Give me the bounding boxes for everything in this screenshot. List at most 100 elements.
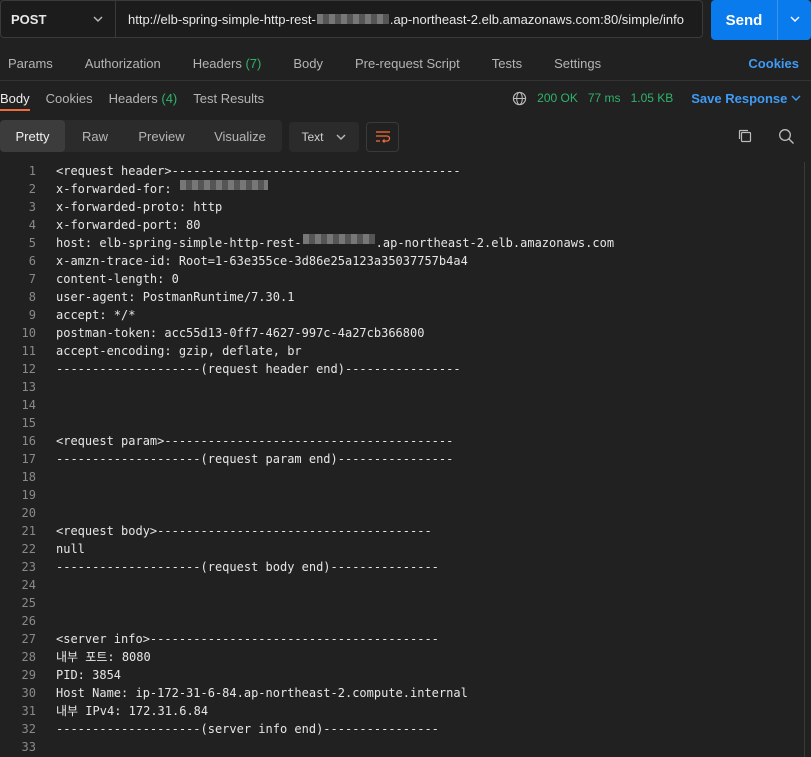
- chevron-down-icon: [336, 134, 346, 140]
- code-line: 33: [0, 738, 798, 756]
- copy-icon[interactable]: [737, 128, 753, 144]
- scrollbar[interactable]: [801, 162, 811, 757]
- tab-headers-label: Headers: [192, 55, 242, 71]
- url-input[interactable]: http://elb-spring-simple-http-rest- .ap-n…: [115, 0, 703, 38]
- code-text: host: elb-spring-simple-http-rest-: [56, 236, 302, 250]
- scrollbar-track[interactable]: [804, 162, 805, 757]
- code-text: content-length: 0: [56, 272, 179, 286]
- line-number: 31: [21, 704, 36, 718]
- tab-params[interactable]: Params: [8, 56, 53, 71]
- code-text: PID: 3854: [56, 668, 122, 682]
- line-number: 11: [21, 344, 36, 358]
- globe-icon[interactable]: [512, 91, 527, 106]
- code-line: 30 Host Name: ip-172-31-6-84.ap-northeast…: [0, 684, 798, 702]
- code-text: <server info>---------------------------…: [56, 632, 439, 646]
- response-tab-body[interactable]: Body: [0, 91, 30, 106]
- code-line: 24: [0, 576, 798, 594]
- cookies-link[interactable]: Cookies: [748, 56, 799, 71]
- code-line: 18: [0, 468, 798, 486]
- method-label: POST: [11, 11, 47, 27]
- line-number: 13: [21, 380, 36, 394]
- line-number: 18: [21, 470, 36, 484]
- line-number: 33: [21, 740, 36, 754]
- code-line: 3 x-forwarded-proto: http: [0, 198, 798, 216]
- code-line: 4 x-forwarded-port: 80: [0, 216, 798, 234]
- code-text: x-forwarded-port: 80: [56, 218, 201, 232]
- search-icon[interactable]: [778, 128, 795, 145]
- code-text: postman-token: acc55d13-0ff7-4627-997c-4…: [56, 326, 425, 340]
- line-number: 1: [28, 164, 36, 178]
- format-visualize[interactable]: Visualize: [198, 120, 282, 152]
- tab-headers[interactable]: Headers (7): [193, 56, 262, 71]
- line-number: 10: [21, 326, 36, 340]
- code-text: .ap-northeast-2.elb.amazonaws.com: [375, 236, 615, 250]
- response-size[interactable]: 1.05 KB: [631, 91, 674, 105]
- wrap-lines-icon: [375, 131, 390, 143]
- response-status: 200 OK 77 ms 1.05 KB Save Response: [512, 84, 801, 112]
- line-number: 20: [21, 506, 36, 520]
- active-tab-underline: [0, 109, 30, 111]
- code-line: 21 <request body>------------------------…: [0, 522, 798, 540]
- code-line: 27 <server info>-------------------------…: [0, 630, 798, 648]
- format-tabs: Pretty Raw Preview Visualize: [0, 120, 282, 152]
- send-button[interactable]: Send: [711, 0, 811, 40]
- status-code[interactable]: 200 OK: [537, 91, 578, 105]
- line-number: 14: [21, 398, 36, 412]
- code-line: 13: [0, 378, 798, 396]
- wrap-lines-button[interactable]: [366, 122, 399, 152]
- format-pretty[interactable]: Pretty: [0, 120, 65, 152]
- code-line: 20: [0, 504, 798, 522]
- format-raw[interactable]: Raw: [65, 120, 125, 152]
- line-number: 2: [28, 182, 36, 196]
- method-select[interactable]: POST: [0, 0, 116, 38]
- format-preview[interactable]: Preview: [125, 120, 198, 152]
- send-options-chevron-down-icon[interactable]: [778, 14, 811, 27]
- line-number: 27: [21, 632, 36, 646]
- response-body-viewer[interactable]: 1 <request header>-----------------------…: [0, 162, 798, 756]
- chevron-down-icon: [791, 95, 801, 101]
- code-text: --------------------(request body end)--…: [56, 560, 439, 574]
- response-time[interactable]: 77 ms: [588, 91, 621, 105]
- content-type-select[interactable]: Text: [289, 122, 359, 152]
- line-number: 32: [21, 722, 36, 736]
- code-line: 17 --------------------(request param end…: [0, 450, 798, 468]
- code-line: 22 null: [0, 540, 798, 558]
- line-number: 5: [28, 236, 36, 250]
- code-text: 내부 포트: 8080: [56, 650, 151, 664]
- code-line: 19: [0, 486, 798, 504]
- tab-tests[interactable]: Tests: [492, 56, 522, 71]
- response-tab-headers[interactable]: Headers (4): [109, 91, 178, 106]
- response-tab-test-results[interactable]: Test Results: [193, 91, 264, 106]
- tab-settings[interactable]: Settings: [554, 56, 601, 71]
- response-tab-cookies[interactable]: Cookies: [46, 91, 93, 106]
- code-text: --------------------(request header end)…: [56, 362, 461, 376]
- line-number: 15: [21, 416, 36, 430]
- line-number: 28: [21, 650, 36, 664]
- line-number: 3: [28, 200, 36, 214]
- code-line: 12 --------------------(request header en…: [0, 360, 798, 378]
- content-type-label: Text: [301, 130, 324, 144]
- tab-authorization[interactable]: Authorization: [85, 56, 161, 71]
- redacted-id: [302, 234, 375, 244]
- code-line: 7 content-length: 0: [0, 270, 798, 288]
- code-text: null: [56, 542, 85, 556]
- line-number: 12: [21, 362, 36, 376]
- send-label: Send: [725, 11, 763, 29]
- redacted-ip: [179, 180, 268, 190]
- line-number: 21: [21, 524, 36, 538]
- line-number: 8: [28, 290, 36, 304]
- code-text: --------------------(request param end)-…: [56, 452, 454, 466]
- code-text: accept: */*: [56, 308, 136, 322]
- line-number: 29: [21, 668, 36, 682]
- code-text: user-agent: PostmanRuntime/7.30.1: [56, 290, 295, 304]
- line-number: 19: [21, 488, 36, 502]
- code-line: 16 <request param>-----------------------…: [0, 432, 798, 450]
- chevron-down-icon: [93, 16, 103, 22]
- line-number: 6: [28, 254, 36, 268]
- tab-body[interactable]: Body: [293, 56, 323, 71]
- line-number: 26: [21, 614, 36, 628]
- code-line: 2 x-forwarded-for:: [0, 180, 798, 198]
- tab-pre-request-script[interactable]: Pre-request Script: [355, 56, 460, 71]
- save-response-button[interactable]: Save Response: [691, 91, 801, 106]
- response-tab-headers-label: Headers: [108, 90, 158, 106]
